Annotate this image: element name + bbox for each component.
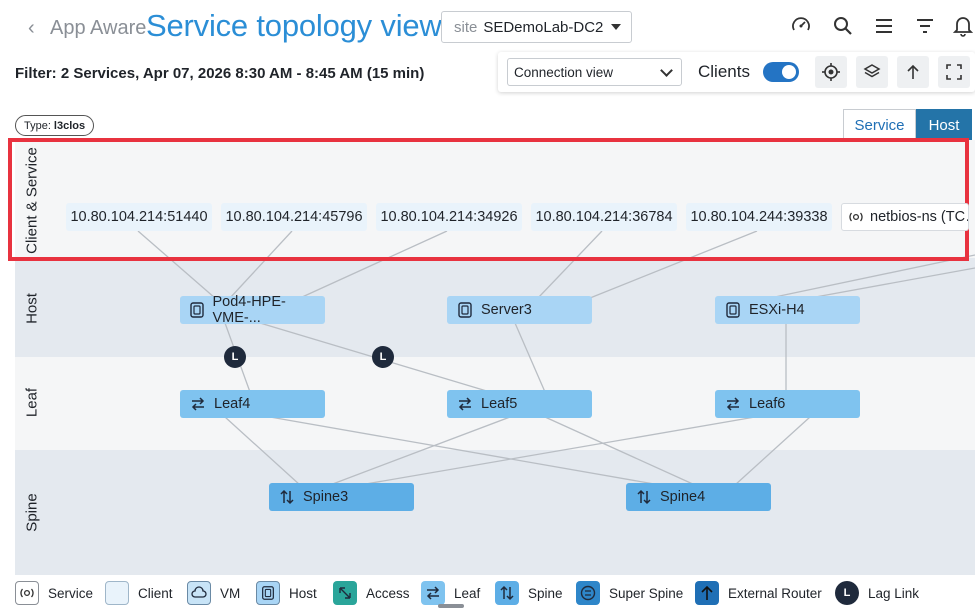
client-icon xyxy=(105,581,129,605)
legend-label: External Router xyxy=(728,585,822,601)
host-node-label: Server3 xyxy=(481,302,532,318)
legend-host: Host xyxy=(256,580,317,606)
legend-client: Client xyxy=(105,580,173,606)
host-node[interactable]: Server3 xyxy=(447,296,592,324)
spine-icon xyxy=(634,487,654,507)
service-node[interactable]: netbios-ns (TC… xyxy=(841,203,969,231)
legend-label: VM xyxy=(220,585,241,601)
leaf-icon xyxy=(723,394,743,414)
spine-icon xyxy=(277,487,297,507)
host-node-label: ESXi-H4 xyxy=(749,302,805,318)
client-node[interactable]: 10.80.104.214:34926 xyxy=(376,203,522,231)
legend-label: Host xyxy=(289,585,317,601)
spine-node[interactable]: Spine4 xyxy=(626,483,771,511)
legend-label: Service xyxy=(48,585,94,601)
legend-spine: Spine xyxy=(495,580,563,606)
host-icon xyxy=(188,300,207,320)
legend-super-spine: Super Spine xyxy=(576,580,683,606)
leaf-node[interactable]: Leaf4 xyxy=(180,390,325,418)
host-icon xyxy=(455,300,475,320)
service-node-label: netbios-ns (TC… xyxy=(870,209,969,225)
legend-leaf: Leaf xyxy=(421,580,480,606)
lag-link-icon: L xyxy=(835,581,859,605)
client-node[interactable]: 10.80.104.214:51440 xyxy=(66,203,212,231)
spine-icon xyxy=(495,581,519,605)
leaf-icon xyxy=(455,394,475,414)
access-icon xyxy=(333,581,357,605)
spine-node[interactable]: Spine3 xyxy=(269,483,414,511)
legend-external-router: External Router xyxy=(695,580,822,606)
leaf-icon xyxy=(188,394,208,414)
leaf-node-label: Leaf5 xyxy=(481,396,518,412)
leaf-node-label: Leaf6 xyxy=(749,396,786,412)
legend-label: Lag Link xyxy=(868,585,920,601)
host-node-label: Pod4-HPE-VME-... xyxy=(212,294,286,326)
legend-access: Access xyxy=(333,580,410,606)
vm-icon xyxy=(187,581,211,605)
legend-lag-link: L Lag Link xyxy=(835,580,919,606)
spine-node-label: Spine4 xyxy=(660,489,706,505)
external-router-icon xyxy=(695,581,719,605)
service-icon xyxy=(15,581,39,605)
host-node[interactable]: Pod4-HPE-VME-... xyxy=(180,294,325,326)
scroll-handle[interactable] xyxy=(438,604,464,608)
client-node[interactable]: 10.80.104.244:39338 xyxy=(686,203,832,231)
host-node[interactable]: ESXi-H4 xyxy=(715,296,860,324)
lag-link-badge[interactable]: L xyxy=(224,346,246,368)
legend-label: Client xyxy=(138,585,173,601)
legend-service: Service xyxy=(15,580,93,606)
leaf-icon xyxy=(421,581,445,605)
highlight-box xyxy=(8,138,969,261)
client-node[interactable]: 10.80.104.214:36784 xyxy=(531,203,677,231)
leaf-node[interactable]: Leaf5 xyxy=(447,390,592,418)
lag-link-badge[interactable]: L xyxy=(372,346,394,368)
legend-label: Access xyxy=(366,585,410,601)
legend-label: Leaf xyxy=(454,585,481,601)
leaf-node[interactable]: Leaf6 xyxy=(715,390,860,418)
legend-label: Spine xyxy=(528,585,563,601)
super-spine-icon xyxy=(576,581,600,605)
service-icon xyxy=(848,207,864,227)
host-icon xyxy=(723,300,743,320)
legend-vm: VM xyxy=(187,580,240,606)
host-icon xyxy=(256,581,280,605)
spine-node-label: Spine3 xyxy=(303,489,349,505)
client-node[interactable]: 10.80.104.214:45796 xyxy=(221,203,367,231)
legend-label: Super Spine xyxy=(609,585,684,601)
leaf-node-label: Leaf4 xyxy=(214,396,251,412)
